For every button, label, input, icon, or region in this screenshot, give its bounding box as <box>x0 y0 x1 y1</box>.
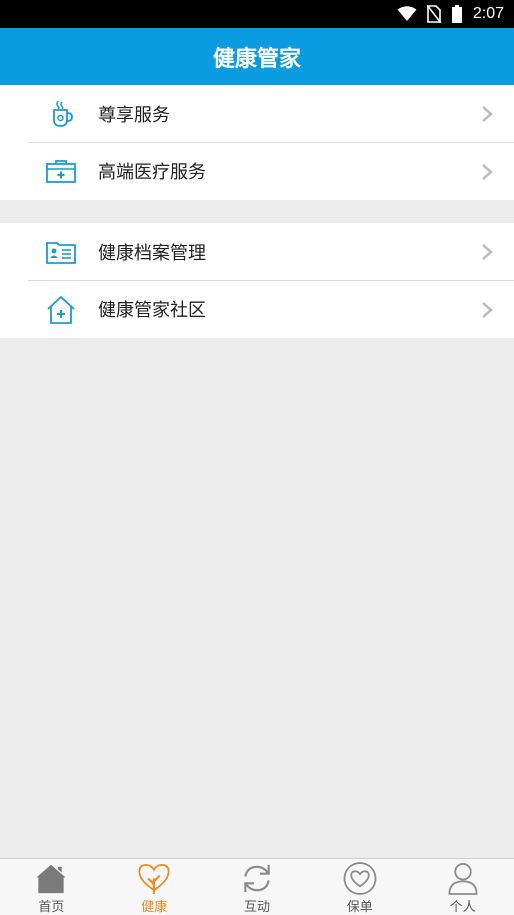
nav-tab-health[interactable]: 健康 <box>103 859 206 915</box>
heart-circle-icon <box>343 862 377 895</box>
page-title: 健康管家 <box>212 46 301 72</box>
health-record-icon <box>46 242 76 264</box>
nav-tab-policy[interactable]: 保单 <box>308 859 411 915</box>
nav-tab-home[interactable]: 首页 <box>0 859 103 915</box>
person-icon <box>448 863 478 895</box>
menu-item-label: 健康管家社区 <box>98 300 206 321</box>
status-bar: 2:07 <box>0 0 514 28</box>
menu-item-label: 高端医疗服务 <box>98 162 206 183</box>
chevron-right-icon <box>482 244 493 260</box>
bottom-nav: 首页 健康 互动 保单 个人 <box>0 858 514 915</box>
nav-label: 保单 <box>346 900 373 915</box>
house-icon <box>35 863 68 894</box>
tea-cup-icon <box>53 100 73 127</box>
menu-item-label: 健康档案管理 <box>98 242 206 264</box>
battery-icon <box>451 5 462 23</box>
nav-label: 首页 <box>38 900 65 915</box>
chevron-right-icon <box>482 164 493 180</box>
nav-label: 互动 <box>243 900 270 915</box>
menu-item-label: 尊享服务 <box>98 104 170 126</box>
menu-item-health-records[interactable]: 健康档案管理 <box>0 223 514 280</box>
nav-label: 健康 <box>141 900 168 915</box>
status-icons: 2:07 <box>397 0 514 28</box>
chevron-right-icon <box>482 106 493 122</box>
nav-label: 个人 <box>449 900 476 915</box>
medical-kit-icon <box>46 160 76 183</box>
menu-item-premium-service[interactable]: 尊享服务 <box>0 85 514 142</box>
app-bar: 健康管家 <box>0 28 514 85</box>
no-sim-icon <box>426 5 441 23</box>
heart-tree-icon <box>138 864 170 895</box>
menu-item-health-community[interactable]: 健康管家社区 <box>28 280 514 337</box>
chevron-right-icon <box>482 302 493 318</box>
refresh-icon <box>244 864 270 893</box>
nav-tab-profile[interactable]: 个人 <box>411 859 514 915</box>
wifi-icon <box>397 6 417 21</box>
menu-group-health: 健康档案管理 健康管家社区 <box>0 223 514 338</box>
menu-group-services: 尊享服务 高端医疗服务 <box>0 85 514 200</box>
status-time: 2:07 <box>472 5 504 22</box>
menu-item-premium-medical[interactable]: 高端医疗服务 <box>28 142 514 199</box>
home-plus-icon <box>47 295 75 324</box>
nav-tab-interact[interactable]: 互动 <box>206 859 309 915</box>
